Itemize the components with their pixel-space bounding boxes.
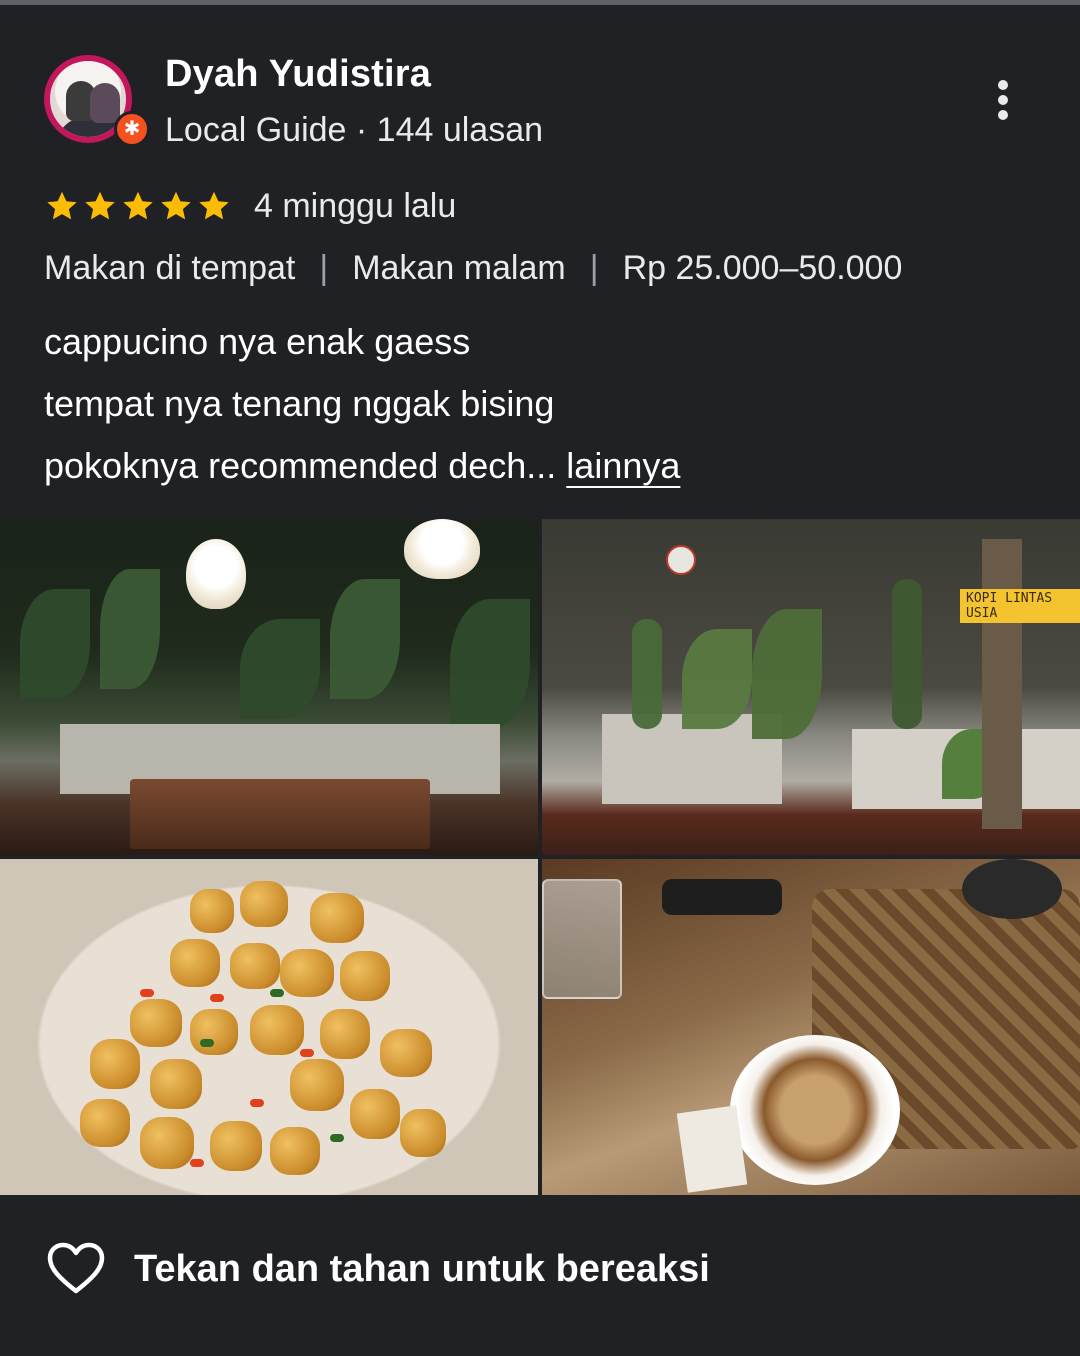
reviewer-meta[interactable]: Local Guide · 144 ulasan [165,111,543,150]
star-icon [85,191,115,220]
star-icon [123,191,153,220]
react-label: Tekan dan tahan untuk bereaksi [134,1247,710,1290]
review-line-text: pokoknya recommended dech... [44,445,557,486]
star-icon [47,191,77,220]
review-footer: Tekan dan tahan untuk bereaksi [0,1195,1080,1356]
review-line: cappucino nya enak gaess [44,321,471,362]
rating-row: 4 minggu lalu [44,183,456,229]
more-vert-icon [998,80,1008,90]
tag-separator: | [589,249,599,287]
reviewer-name[interactable]: Dyah Yudistira [165,53,431,96]
photo-cappuccino[interactable] [542,859,1080,1195]
react-button[interactable]: Tekan dan tahan untuk bereaksi [44,1237,710,1301]
reviewer-avatar-button[interactable]: ✱ [44,55,150,147]
review-text: cappucino nya enak gaess tempat nya tena… [44,311,1044,497]
star-rating [44,188,232,224]
review-card: ✱ Dyah Yudistira Local Guide · 144 ulasa… [0,0,1080,1356]
review-tags: Makan di tempat | Makan malam | Rp 25.00… [44,249,902,288]
more-vert-icon-dot [998,95,1008,105]
review-time: 4 minggu lalu [254,186,457,225]
local-guide-badge-icon: ✱ [114,111,150,147]
photo-garden-seating[interactable] [0,519,538,855]
review-line: tempat nya tenang nggak bising [44,383,555,424]
read-more-link[interactable]: lainnya [566,445,680,486]
photo-grid: KOPI LINTAS USIA [0,519,1080,1195]
more-options-button[interactable] [985,75,1021,125]
tag-dine-in: Makan di tempat [44,249,296,287]
heart-outline-icon [47,1242,105,1294]
tag-meal-type: Makan malam [352,249,566,287]
photo-interior-wall[interactable]: KOPI LINTAS USIA [542,519,1080,855]
tag-price-range: Rp 25.000–50.000 [622,249,903,287]
photo-fried-tofu[interactable] [0,859,538,1195]
tag-separator: | [319,249,329,287]
shop-sign: KOPI LINTAS USIA [960,589,1080,623]
more-vert-icon-dot [998,110,1008,120]
star-icon [199,191,229,220]
review-header: ✱ Dyah Yudistira Local Guide · 144 ulasa… [0,5,1080,155]
star-icon [161,191,191,220]
review-line-last: pokoknya recommended dech... lainnya [44,435,1044,497]
